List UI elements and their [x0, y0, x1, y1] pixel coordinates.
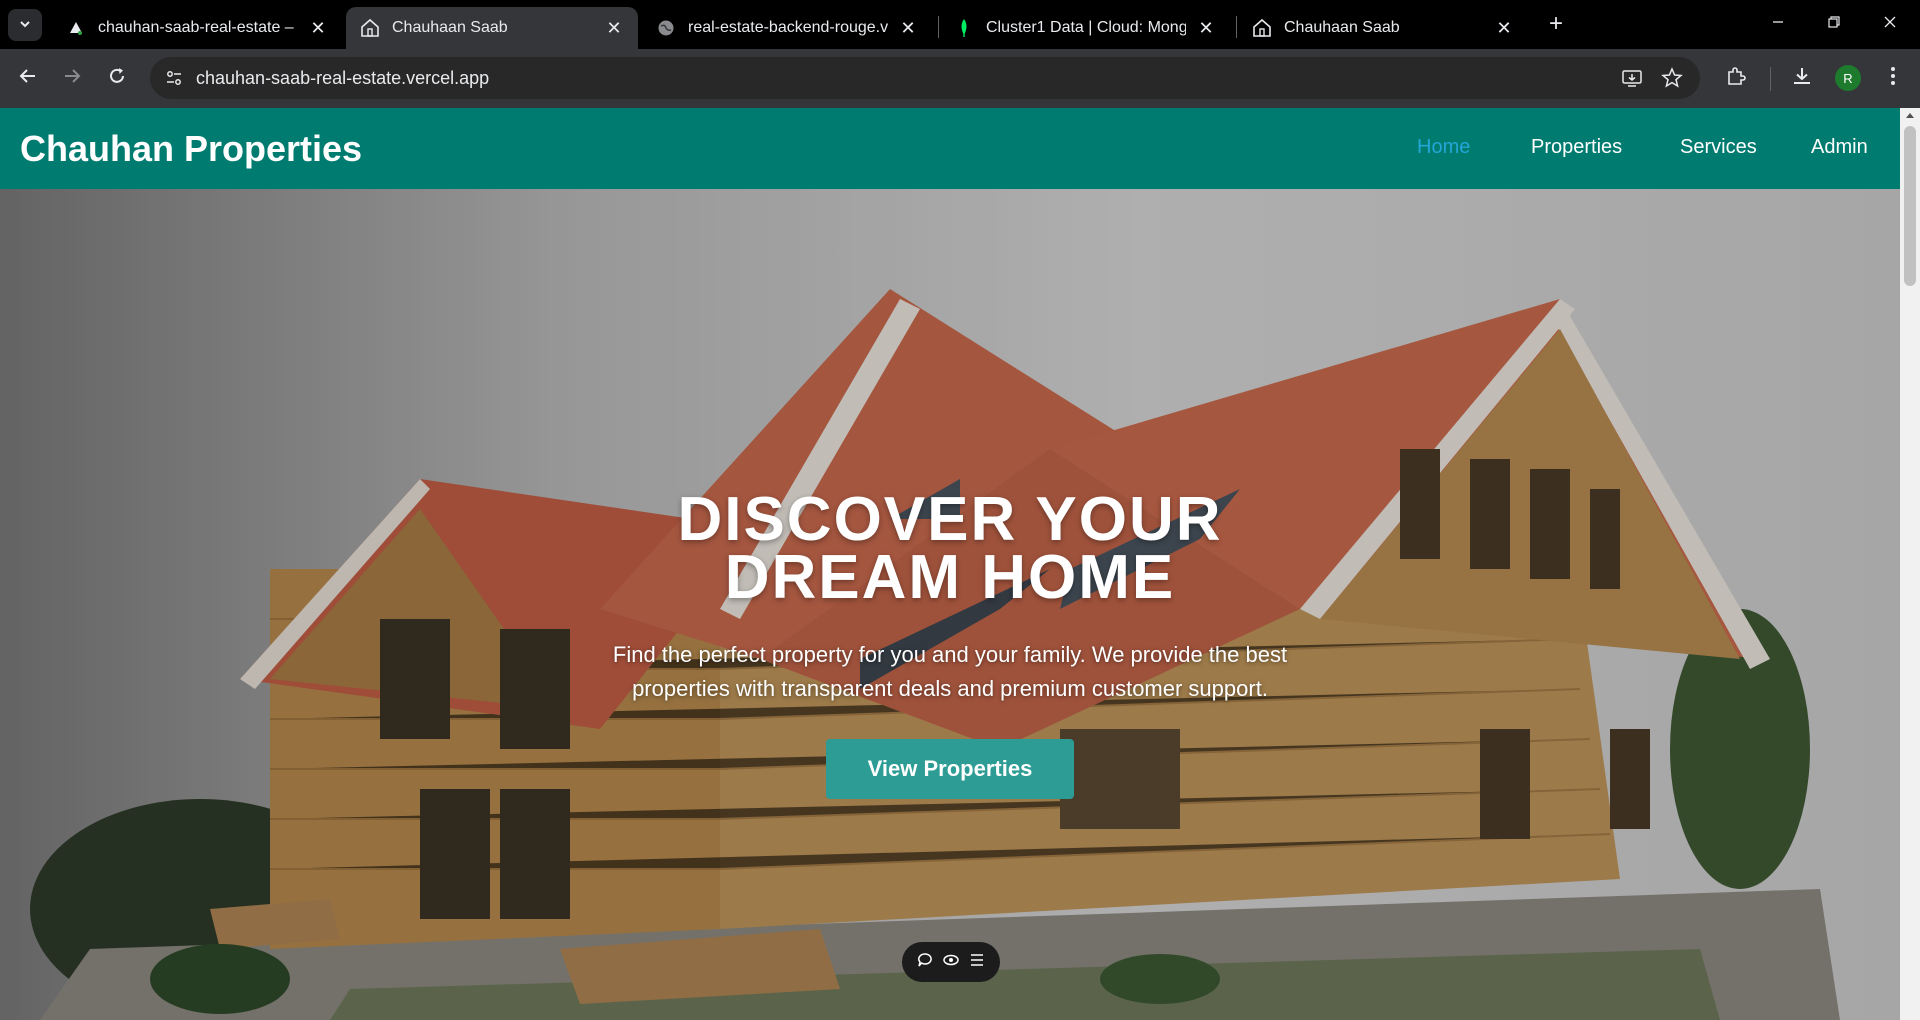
globe-icon: [656, 18, 676, 38]
extensions-button[interactable]: [1720, 63, 1752, 95]
hero-subtitle-line-1: Find the perfect property for you and yo…: [612, 642, 1288, 667]
hero-section: DISCOVER YOUR DREAM HOME Find the perfec…: [0, 189, 1900, 1020]
install-app-icon[interactable]: [1620, 66, 1644, 90]
site-navbar: Chauhan Properties Home Properties Servi…: [0, 108, 1900, 189]
arrow-right-icon: [62, 66, 82, 92]
chevron-down-icon: [18, 17, 32, 34]
house-icon: [360, 18, 380, 38]
tab-title: Chauhaan Saab: [392, 19, 508, 36]
downloads-button[interactable]: [1786, 63, 1818, 95]
arrow-left-icon: [18, 66, 38, 92]
close-tab-icon[interactable]: ✕: [1494, 18, 1514, 39]
comment-icon[interactable]: [917, 952, 933, 973]
minimize-button[interactable]: [1758, 10, 1798, 38]
nav-link-home[interactable]: Home: [1417, 136, 1470, 159]
minimize-icon: [1771, 15, 1785, 34]
tab-title: Chauhaan Saab: [1284, 19, 1400, 36]
download-icon: [1791, 65, 1813, 93]
close-tab-icon[interactable]: ✕: [604, 18, 624, 39]
hero-title-line-2: DREAM HOME: [724, 543, 1176, 612]
vercel-triangle-icon: [66, 18, 86, 38]
menu-lines-icon[interactable]: [969, 953, 985, 972]
bookmark-star-icon[interactable]: [1660, 66, 1684, 90]
back-button[interactable]: [12, 63, 44, 95]
tab-backend[interactable]: real-estate-backend-rouge.verc ✕: [642, 7, 932, 49]
eye-icon[interactable]: [942, 952, 960, 973]
tab-title: Cluster1 Data | Cloud: MongoDI: [986, 19, 1186, 36]
forward-button[interactable]: [56, 63, 88, 95]
close-window-button[interactable]: [1870, 10, 1910, 38]
url-text[interactable]: chauhan-saab-real-estate.vercel.app: [196, 68, 489, 89]
hero-title-line-1: DISCOVER YOUR: [677, 485, 1223, 554]
tab-chauhaan-saab-active[interactable]: Chauhaan Saab ✕: [346, 7, 638, 49]
close-tab-icon[interactable]: ✕: [898, 18, 918, 39]
close-tab-icon[interactable]: ✕: [1196, 18, 1216, 39]
scrollbar-thumb[interactable]: [1904, 126, 1916, 286]
plus-icon: +: [1548, 10, 1563, 37]
nav-link-properties[interactable]: Properties: [1531, 136, 1622, 159]
hero-subtitle: Find the perfect property for you and yo…: [580, 638, 1320, 706]
floating-toolbar: [902, 942, 1000, 982]
site-info-icon[interactable]: [164, 68, 184, 88]
restore-icon: [1827, 15, 1841, 34]
scroll-up-arrow-icon[interactable]: [1906, 113, 1914, 118]
new-tab-button[interactable]: +: [1542, 10, 1570, 38]
browser-toolbar: chauhan-saab-real-estate.vercel.app: [0, 49, 1920, 108]
tab-separator: [1236, 16, 1237, 38]
nav-link-admin[interactable]: Admin: [1811, 136, 1868, 159]
brand-logo[interactable]: Chauhan Properties: [20, 128, 362, 170]
tab-vercel-deploy[interactable]: chauhan-saab-real-estate – Dep ✕: [52, 7, 342, 49]
menu-button[interactable]: [1877, 63, 1909, 95]
close-icon: [1883, 15, 1897, 34]
tab-chauhaan-saab[interactable]: Chauhaan Saab ✕: [1238, 7, 1528, 49]
tab-title: real-estate-backend-rouge.verc: [688, 19, 888, 36]
nav-link-services[interactable]: Services: [1680, 136, 1757, 159]
reload-icon: [107, 66, 127, 92]
hero-subtitle-line-2: properties with transparent deals and pr…: [632, 676, 1268, 701]
puzzle-icon: [1725, 65, 1747, 93]
mongodb-leaf-icon: [954, 18, 974, 38]
hero-title: DISCOVER YOUR DREAM HOME: [600, 485, 1300, 612]
reload-button[interactable]: [101, 63, 133, 95]
tab-mongodb[interactable]: Cluster1 Data | Cloud: MongoDI ✕: [940, 7, 1230, 49]
kebab-menu-icon: [1890, 66, 1896, 92]
tab-search-button[interactable]: [8, 9, 42, 41]
restore-button[interactable]: [1814, 10, 1854, 38]
toolbar-separator: [1770, 67, 1771, 91]
browser-tab-bar: chauhan-saab-real-estate – Dep ✕ Chauhaa…: [0, 0, 1920, 49]
close-tab-icon[interactable]: ✕: [308, 18, 328, 39]
tab-separator: [938, 16, 939, 38]
page-viewport: Chauhan Properties Home Properties Servi…: [0, 108, 1900, 1020]
address-bar[interactable]: chauhan-saab-real-estate.vercel.app: [150, 57, 1700, 99]
profile-avatar[interactable]: R: [1835, 65, 1861, 91]
page-scrollbar[interactable]: [1900, 108, 1920, 1020]
view-properties-button[interactable]: View Properties: [826, 739, 1074, 799]
house-icon: [1252, 18, 1272, 38]
tab-title: chauhan-saab-real-estate – Dep: [98, 19, 298, 36]
